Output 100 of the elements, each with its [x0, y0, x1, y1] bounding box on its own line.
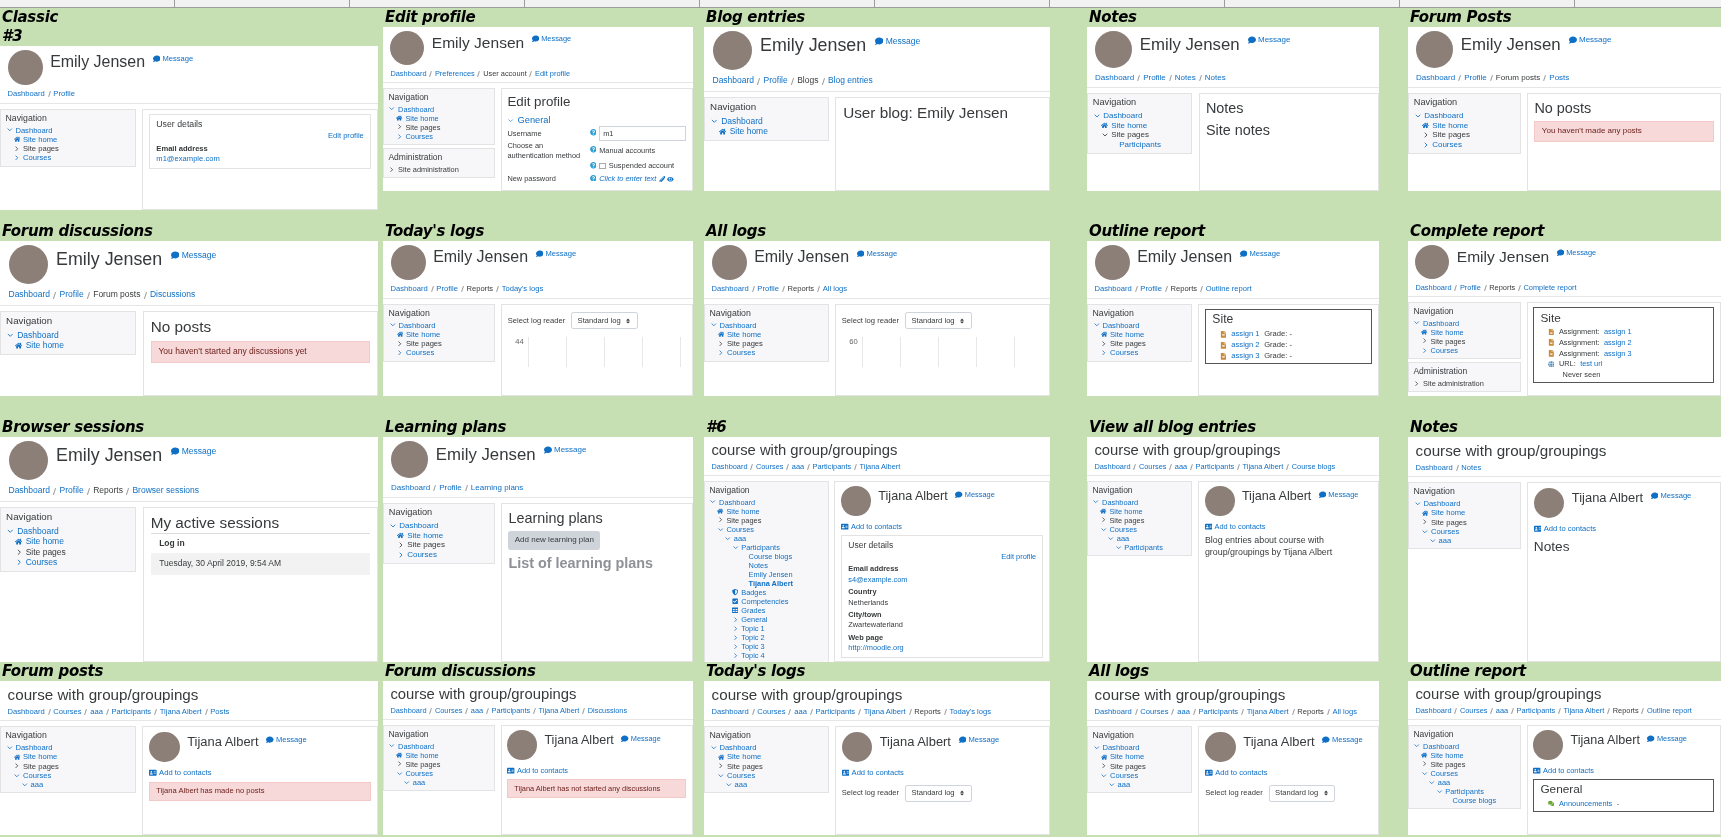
chevron-right-icon[interactable] — [1413, 379, 1421, 388]
breadcrumb-link[interactable]: Dashboard — [391, 482, 431, 493]
breadcrumb-link[interactable]: Dashboard — [8, 485, 51, 497]
course-title: course with group/groupings — [711, 440, 899, 460]
chevron-right-icon[interactable] — [1100, 762, 1108, 771]
chat-bubble-icon — [1322, 736, 1330, 745]
eye-icon — [667, 175, 675, 183]
page-heading: List of learning plans — [508, 553, 655, 573]
nav-item[interactable]: Site pages — [407, 540, 445, 550]
message-link[interactable]: Message — [1247, 35, 1291, 46]
nav-item[interactable]: Courses — [407, 550, 437, 560]
block-title: Navigation — [5, 730, 48, 742]
breadcrumb-link[interactable]: Profile — [439, 482, 462, 493]
nav-item[interactable]: Site home — [25, 536, 64, 547]
nav-item[interactable]: Participants — [1119, 140, 1161, 150]
nav-item[interactable]: Courses — [1432, 140, 1462, 150]
chevron-right-icon[interactable] — [395, 123, 404, 131]
breadcrumb-text: Reports — [93, 485, 123, 497]
breadcrumb-link[interactable]: Profile — [1143, 72, 1166, 83]
user-name: Emily Jensen — [433, 247, 528, 268]
sheet-caption: View all blog entries — [1088, 418, 1257, 437]
avatar-placeholder — [8, 441, 48, 481]
add-plan-button[interactable]: Add new learning plan — [508, 531, 601, 550]
chevron-right-icon[interactable] — [1421, 518, 1429, 527]
nav-item[interactable]: Dashboard — [1103, 110, 1143, 121]
page-heading: My active sessions — [150, 512, 281, 533]
contact-card-icon — [507, 766, 515, 775]
nav-item[interactable]: Dashboard — [399, 520, 439, 531]
breadcrumb-link[interactable]: Dashboard — [8, 289, 51, 301]
message-link[interactable]: Message — [170, 249, 217, 261]
chevron-right-icon[interactable] — [1100, 339, 1108, 348]
chevron-right-icon[interactable] — [717, 339, 725, 348]
breadcrumb-link[interactable]: Dashboard — [712, 75, 755, 87]
chat-bubble-icon — [1568, 36, 1577, 45]
nav-item[interactable]: Dashboard — [17, 525, 59, 537]
nav-item[interactable]: Site pages — [1432, 130, 1470, 140]
nav-item[interactable]: Dashboard — [721, 115, 763, 127]
message-link[interactable]: Message — [170, 445, 217, 457]
chevron-right-icon[interactable] — [1420, 337, 1429, 345]
user-name: Emily Jensen — [1139, 33, 1240, 56]
sheet-caption: Browser sessions — [1, 418, 145, 437]
block-title: Navigation — [6, 315, 54, 328]
nav-item[interactable]: Site home — [1111, 120, 1148, 131]
chat-bubble-icon — [543, 446, 552, 455]
chevron-right-icon[interactable] — [395, 760, 404, 768]
breadcrumb-link[interactable]: Discussions — [149, 289, 196, 301]
chat-bubble-icon — [170, 446, 180, 456]
chevron-right-icon[interactable] — [396, 339, 404, 348]
breadcrumb-link[interactable]: Dashboard — [1416, 72, 1456, 83]
nav-item[interactable]: Site pages — [1111, 130, 1149, 140]
help-icon[interactable] — [589, 129, 597, 136]
nav-item[interactable]: Site home — [25, 340, 64, 351]
chevron-right-icon[interactable] — [13, 144, 21, 153]
course-title: course with group/groupings — [711, 684, 904, 705]
block-title: Administration — [388, 152, 444, 164]
breadcrumb-link[interactable]: Dashboard — [1095, 72, 1135, 83]
nav-item[interactable]: Dashboard — [1424, 110, 1464, 121]
chevron-right-icon[interactable] — [1099, 516, 1108, 524]
block-title: Navigation — [1413, 96, 1459, 109]
nav-item[interactable]: Site pages — [25, 546, 66, 557]
breadcrumb-link[interactable]: Profile — [763, 75, 788, 87]
breadcrumb-link[interactable]: Learning plans — [470, 482, 524, 493]
sheet-caption: Outline report — [1088, 222, 1207, 241]
avatar-placeholder — [8, 245, 48, 285]
user-name: Emily Jensen — [56, 247, 163, 271]
chat-bubble-icon — [266, 736, 274, 745]
user-name: Emily Jensen — [754, 247, 849, 268]
nav-item[interactable]: Site home — [407, 530, 444, 541]
chat-bubble-icon — [1650, 492, 1659, 501]
nav-item[interactable]: Site home — [1432, 120, 1469, 131]
chevron-right-icon[interactable] — [716, 516, 725, 524]
message-link[interactable]: Message — [1568, 35, 1612, 46]
breadcrumb-link[interactable]: Blog entries — [827, 75, 873, 87]
message-link[interactable]: Message — [874, 35, 921, 47]
help-icon[interactable] — [589, 174, 597, 182]
avatar-placeholder — [1095, 31, 1132, 68]
nav-item[interactable]: Courses — [25, 556, 58, 568]
chevron-right-icon[interactable] — [388, 165, 396, 174]
breadcrumb-link[interactable]: Profile — [1464, 72, 1487, 83]
breadcrumb-link[interactable]: Profile — [59, 289, 84, 301]
help-icon[interactable] — [589, 146, 597, 153]
section-title[interactable]: General — [517, 114, 551, 127]
chat-bubble-icon — [535, 249, 544, 258]
page-heading: Notes — [1533, 537, 1571, 556]
breadcrumb-link[interactable]: Posts — [1549, 72, 1570, 83]
nav-item[interactable]: Dashboard — [17, 329, 59, 341]
block-title: Navigation — [388, 307, 431, 319]
breadcrumb-text: Blogs — [797, 75, 819, 87]
avatar-placeholder — [1533, 730, 1564, 760]
nav-item[interactable]: Site home — [729, 126, 768, 137]
help-icon[interactable] — [589, 161, 597, 169]
message-link[interactable]: Message — [543, 445, 587, 456]
breadcrumb-link[interactable]: Notes — [1174, 72, 1196, 83]
chevron-right-icon[interactable] — [717, 762, 725, 771]
chevron-right-icon[interactable] — [13, 762, 21, 771]
breadcrumb-link[interactable]: Browser sessions — [132, 485, 200, 497]
breadcrumb-link[interactable]: Profile — [59, 485, 84, 497]
breadcrumb-link[interactable]: Notes — [1204, 72, 1226, 83]
sheet-caption: All logs — [704, 222, 767, 241]
chevron-right-icon[interactable] — [1420, 760, 1429, 768]
